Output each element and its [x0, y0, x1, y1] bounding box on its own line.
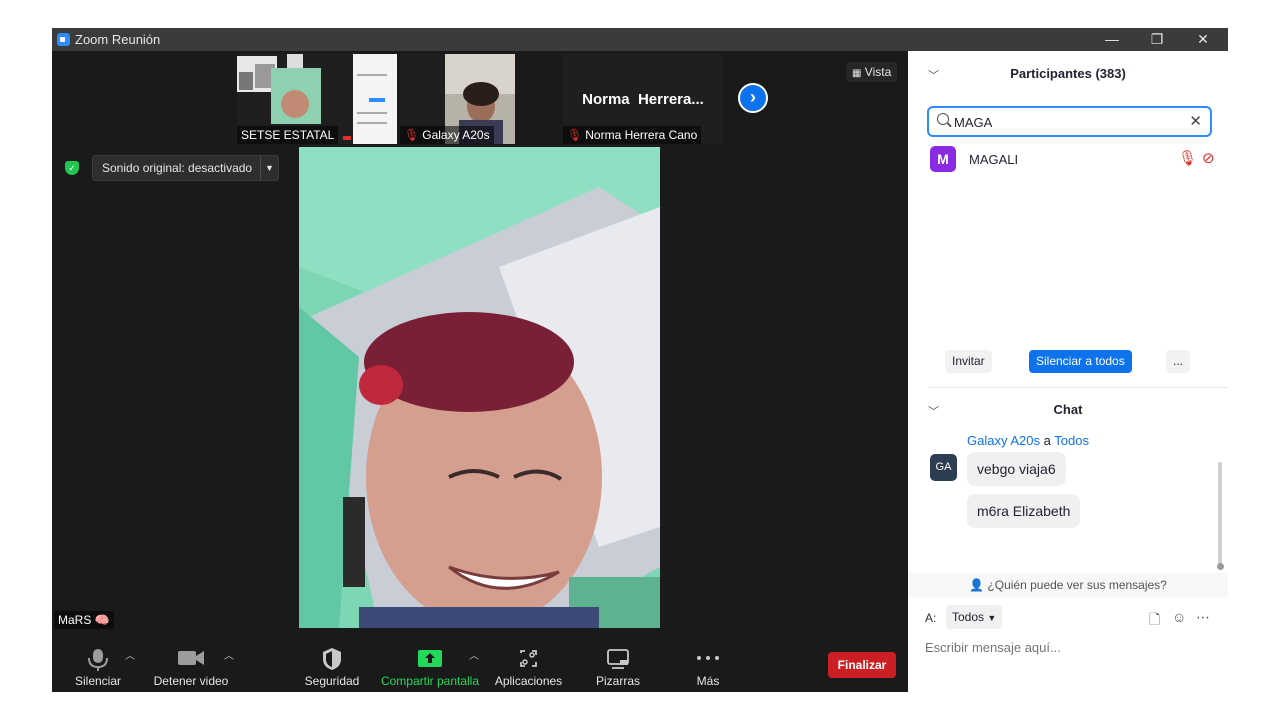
chevron-down-icon: ▼	[987, 613, 997, 623]
original-sound-label: Sonido original: desactivado	[102, 161, 253, 175]
mute-button[interactable]: Silenciar	[68, 639, 128, 692]
zoom-app-icon	[57, 33, 70, 46]
stop-video-button[interactable]: Detener video	[152, 639, 230, 692]
avatar: M	[930, 146, 956, 172]
participants-more-button[interactable]: ...	[1166, 350, 1191, 373]
share-screen-label: Compartir pantalla	[380, 674, 480, 688]
thumbnail-name-text: SETSE ESTATAL	[241, 128, 335, 142]
participant-search-input[interactable]	[954, 112, 1184, 132]
chat-message[interactable]: vebgo viaja6	[967, 452, 1066, 486]
avatar: GA	[930, 454, 957, 481]
share-screen-icon	[418, 650, 442, 667]
chat-message[interactable]: m6ra Elizabeth	[967, 494, 1081, 528]
meeting-toolbar: Silenciar ︿ Detener video ︿ Seguridad Co…	[52, 639, 908, 692]
invite-button[interactable]: Invitar	[945, 350, 992, 373]
people-icon: 👤	[969, 578, 985, 592]
whiteboard-icon	[607, 649, 629, 669]
muted-mic-icon: 🎙	[404, 128, 420, 142]
video-off-icon[interactable]: ⊘	[1202, 149, 1215, 167]
grid-icon: ▦	[852, 68, 862, 79]
brain-icon: 🧠	[94, 613, 110, 627]
active-speaker-name: MaRS 🧠	[54, 611, 114, 629]
chat-scroll-thumb[interactable]	[1217, 563, 1224, 570]
chat-title: Chat	[1053, 402, 1083, 417]
more-options-icon[interactable]: ⋯	[1196, 609, 1210, 626]
muted-mic-icon: 🎙	[567, 128, 583, 142]
thumbnail-name: 🎙 Norma Herrera Cano	[563, 126, 702, 144]
chat-recipient-value: Todos	[952, 610, 985, 624]
restore-button[interactable]: ❐	[1134, 28, 1180, 51]
thumbnail-name: 🎙 Galaxy A20s	[400, 126, 494, 144]
muted-mic-icon[interactable]: 🎙	[1178, 149, 1197, 167]
minimize-button[interactable]: —	[1089, 28, 1135, 51]
file-icon[interactable]: 🗋	[1149, 609, 1160, 633]
apps-icon	[520, 650, 537, 667]
thumbnail-name-text: Norma Herrera Cano	[585, 128, 698, 142]
participant-name: MAGALI	[969, 152, 1019, 167]
mute-label: Silenciar	[74, 674, 122, 688]
thumbnail-name: SETSE ESTATAL	[237, 126, 339, 144]
chat-to-word: a	[1043, 433, 1051, 448]
more-button[interactable]: Más	[684, 639, 732, 692]
chevron-right-icon: ›	[750, 87, 756, 107]
thumbnail-setse-estatal[interactable]: SETSE ESTATAL	[237, 54, 397, 144]
video-options-caret-icon[interactable]: ︿	[224, 647, 234, 662]
chat-message-input[interactable]	[925, 637, 1215, 657]
apps-button[interactable]: Aplicaciones	[492, 639, 565, 692]
original-sound-button[interactable]: Sonido original: desactivado ▼	[92, 155, 279, 181]
who-can-see-messages[interactable]: 👤 ¿Quién puede ver sus mensajes?	[908, 573, 1228, 597]
share-screen-button[interactable]: Compartir pantalla	[378, 639, 482, 692]
mute-all-button[interactable]: Silenciar a todos	[1029, 350, 1132, 373]
chat-sender[interactable]: Galaxy A20s	[967, 433, 1040, 448]
participant-search-box[interactable]: ✕	[927, 106, 1212, 137]
view-label: Vista	[864, 65, 892, 79]
apps-label: Aplicaciones	[494, 674, 563, 688]
window-title: Zoom Reunión	[75, 32, 161, 47]
thumbnail-display-name: Norma Herrera...	[582, 91, 704, 108]
active-speaker-video	[299, 147, 660, 628]
encryption-shield-icon[interactable]: ✓	[65, 161, 79, 175]
view-button[interactable]: ▦ Vista	[846, 62, 898, 82]
whiteboards-label: Pizarras	[595, 674, 640, 688]
emoji-icon[interactable]: ☺	[1172, 609, 1186, 625]
participants-title: Participantes (383)	[1010, 66, 1126, 81]
chat-scrollbar[interactable]	[1218, 462, 1222, 567]
chat-to-label: A:	[925, 611, 937, 625]
shield-icon	[323, 648, 341, 670]
dropdown-arrow-icon[interactable]: ▼	[260, 156, 278, 180]
share-options-caret-icon[interactable]: ︿	[469, 647, 479, 662]
chat-recipient[interactable]: Todos	[1054, 433, 1089, 448]
zoom-window: Zoom Reunión — ❐ ✕ SETSE ESTATAL 🎙 Galax…	[52, 28, 1228, 692]
security-button[interactable]: Seguridad	[302, 639, 362, 692]
end-meeting-button[interactable]: Finalizar	[828, 652, 896, 678]
more-label: Más	[696, 674, 720, 688]
title-bar: Zoom Reunión — ❐ ✕	[52, 28, 1228, 51]
security-label: Seguridad	[304, 674, 360, 688]
chat-recipient-dropdown[interactable]: Todos ▼	[946, 605, 1003, 629]
panel-divider	[928, 387, 1228, 388]
whiteboards-button[interactable]: Pizarras	[590, 639, 646, 692]
microphone-icon	[88, 649, 108, 671]
thumbnail-name-text: Galaxy A20s	[422, 128, 490, 142]
stop-video-label: Detener video	[153, 674, 229, 688]
participant-row[interactable]: M MAGALI 🎙 ⊘	[930, 146, 1220, 172]
audio-options-caret-icon[interactable]: ︿	[125, 647, 135, 662]
thumbnail-norma-herrera[interactable]: Norma Herrera... 🎙 Norma Herrera Cano	[563, 54, 723, 144]
clear-search-icon[interactable]: ✕	[1189, 112, 1202, 130]
more-dots-icon	[697, 656, 719, 660]
thumbnail-galaxy-a20s[interactable]: 🎙 Galaxy A20s	[400, 54, 515, 144]
next-page-button[interactable]: ›	[738, 83, 768, 113]
main-video	[299, 147, 660, 628]
who-can-see-text: ¿Quién puede ver sus mensajes?	[987, 578, 1167, 592]
close-button[interactable]: ✕	[1180, 28, 1226, 51]
search-icon	[937, 113, 949, 125]
chat-message-header: Galaxy A20s a Todos	[967, 433, 1089, 448]
video-camera-icon	[178, 651, 204, 665]
side-panel: ﹀ Participantes (383) ✕ M MAGALI 🎙 ⊘ Inv…	[908, 51, 1228, 692]
meeting-stage: SETSE ESTATAL 🎙 Galaxy A20s Norma Herrera…	[52, 51, 908, 692]
speaker-name-text: MaRS	[58, 613, 92, 627]
